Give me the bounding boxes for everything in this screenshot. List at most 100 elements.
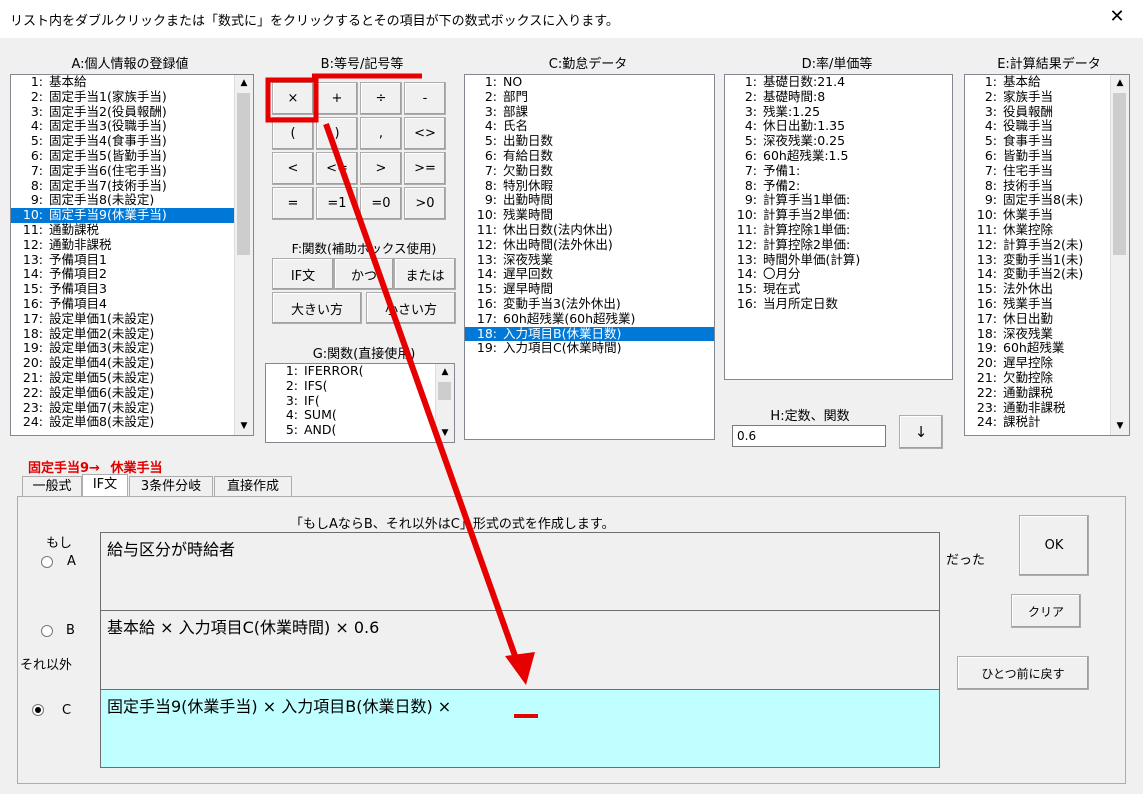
panel-e-item[interactable]: 3: 役員報酬	[965, 105, 1111, 120]
panel-d-item[interactable]: 4: 休日出勤:1.35	[725, 119, 952, 134]
tab-if[interactable]: IF文	[82, 474, 128, 497]
radio-a[interactable]	[41, 556, 53, 568]
panel-a-item[interactable]: 22: 設定単価6(未設定)	[11, 386, 235, 401]
expression-c-box[interactable]: 固定手当9(休業手当) × 入力項目B(休業日数) ×	[100, 689, 940, 768]
panel-g-item[interactable]: 2: IFS(	[266, 379, 436, 394]
panel-d-item[interactable]: 6: 60h超残業:1.5	[725, 149, 952, 164]
constant-input[interactable]: 0.6	[732, 425, 886, 447]
panel-a-item[interactable]: 16: 予備項目4	[11, 297, 235, 312]
panel-g-item[interactable]: 5: AND(	[266, 423, 436, 438]
less-equal-button[interactable]: <=	[316, 152, 358, 185]
panel-e-item[interactable]: 11: 休業控除	[965, 223, 1111, 238]
panel-g-scrollbar[interactable]: ▲ ▼	[435, 364, 454, 442]
panel-e-item[interactable]: 7: 住宅手当	[965, 164, 1111, 179]
greater-zero-button[interactable]: >0	[404, 187, 446, 220]
panel-a-item[interactable]: 5: 固定手当4(食事手当)	[11, 134, 235, 149]
panel-a-item[interactable]: 12: 通勤非課税	[11, 238, 235, 253]
panel-c-item[interactable]: 13: 深夜残業	[465, 253, 714, 268]
panel-d-item[interactable]: 12: 計算控除2単価:	[725, 238, 952, 253]
panel-a-item[interactable]: 10: 固定手当9(休業手当)	[11, 208, 235, 223]
greater-equal-button[interactable]: >=	[404, 152, 446, 185]
panel-c-item[interactable]: 5: 出勤日数	[465, 134, 714, 149]
panel-g-item[interactable]: 1: IFERROR(	[266, 364, 436, 379]
panel-c-item[interactable]: 17: 60h超残業(60h超残業)	[465, 312, 714, 327]
insert-constant-button[interactable]: ↓	[899, 415, 943, 449]
panel-a-item[interactable]: 2: 固定手当1(家族手当)	[11, 90, 235, 105]
panel-a-item[interactable]: 3: 固定手当2(役員報酬)	[11, 105, 235, 120]
scroll-down-icon[interactable]: ▼	[1111, 418, 1129, 435]
panel-e-item[interactable]: 9: 固定手当8(未)	[965, 193, 1111, 208]
panel-d-list[interactable]: 1: 基礎日数:21.4 2: 基礎時間:8 3: 残業:1.25 4: 休日出勤:1.35 5…	[724, 74, 953, 380]
panel-c-item[interactable]: 8: 特別休暇	[465, 179, 714, 194]
panel-a-item[interactable]: 11: 通勤課税	[11, 223, 235, 238]
panel-d-item[interactable]: 11: 計算控除1単価:	[725, 223, 952, 238]
panel-d-item[interactable]: 9: 計算手当1単価:	[725, 193, 952, 208]
panel-a-item[interactable]: 9: 固定手当8(未設定)	[11, 193, 235, 208]
panel-c-item[interactable]: 14: 遅早回数	[465, 267, 714, 282]
panel-a-item[interactable]: 4: 固定手当3(役職手当)	[11, 119, 235, 134]
expression-b-box[interactable]: 基本給 × 入力項目C(休業時間) × 0.6	[100, 610, 940, 690]
panel-d-item[interactable]: 8: 予備2:	[725, 179, 952, 194]
tab-general[interactable]: 一般式	[22, 476, 82, 496]
clear-button[interactable]: クリア	[1011, 594, 1081, 628]
not-equal-button[interactable]: <>	[404, 117, 446, 150]
panel-d-item[interactable]: 1: 基礎日数:21.4	[725, 75, 952, 90]
scroll-up-icon[interactable]: ▲	[1111, 75, 1129, 92]
or-function-button[interactable]: または	[394, 258, 456, 290]
panel-e-item[interactable]: 17: 休日出勤	[965, 312, 1111, 327]
radio-b[interactable]	[41, 625, 53, 637]
panel-e-item[interactable]: 1: 基本給	[965, 75, 1111, 90]
panel-e-item[interactable]: 16: 残業手当	[965, 297, 1111, 312]
scroll-down-icon[interactable]: ▼	[235, 418, 253, 435]
panel-c-item[interactable]: 9: 出勤時間	[465, 193, 714, 208]
scroll-thumb[interactable]	[237, 93, 250, 255]
panel-d-item[interactable]: 14: 〇月分	[725, 267, 952, 282]
panel-g-item[interactable]: 3: IF(	[266, 394, 436, 409]
panel-d-item[interactable]: 15: 現在式	[725, 282, 952, 297]
equals-one-button[interactable]: =1	[316, 187, 358, 220]
scroll-up-icon[interactable]: ▲	[436, 364, 454, 381]
undo-button[interactable]: ひとつ前に戻す	[957, 656, 1089, 690]
panel-a-item[interactable]: 23: 設定単価7(未設定)	[11, 401, 235, 416]
and-function-button[interactable]: かつ	[334, 258, 394, 290]
panel-a-item[interactable]: 18: 設定単価2(未設定)	[11, 327, 235, 342]
panel-a-item[interactable]: 19: 設定単価3(未設定)	[11, 341, 235, 356]
panel-a-list[interactable]: 1: 基本給 2: 固定手当1(家族手当) 3: 固定手当2(役員報酬) 4: 固定手当3(役…	[10, 74, 254, 436]
panel-a-item[interactable]: 17: 設定単価1(未設定)	[11, 312, 235, 327]
panel-e-item[interactable]: 22: 通勤課税	[965, 386, 1111, 401]
panel-d-item[interactable]: 13: 時間外単価(計算)	[725, 253, 952, 268]
panel-e-item[interactable]: 10: 休業手当	[965, 208, 1111, 223]
minus-button[interactable]: -	[404, 82, 446, 115]
panel-g-list[interactable]: 1: IFERROR(2: IFS(3: IF(4: SUM(5: AND( ▲ ▼	[265, 363, 455, 443]
scroll-down-icon[interactable]: ▼	[436, 425, 454, 442]
panel-a-item[interactable]: 20: 設定単価4(未設定)	[11, 356, 235, 371]
multiply-button[interactable]: ×	[272, 82, 314, 115]
panel-e-list[interactable]: 1: 基本給 2: 家族手当 3: 役員報酬 4: 役職手当 5: 食事手当 6: 皆勤手当 7: 住宅手…	[964, 74, 1130, 436]
panel-c-list[interactable]: 1: NO 2: 部門 3: 部課 4: 氏名 5: 出勤日数 6: 有給日数 7: 欠勤日数 8: 特別休暇…	[464, 74, 715, 440]
expression-a-box[interactable]: 給与区分が時給者	[100, 532, 940, 612]
radio-c[interactable]	[32, 704, 44, 716]
panel-a-item[interactable]: 1: 基本給	[11, 75, 235, 90]
divide-button[interactable]: ÷	[360, 82, 402, 115]
panel-c-item[interactable]: 7: 欠勤日数	[465, 164, 714, 179]
panel-c-item[interactable]: 10: 残業時間	[465, 208, 714, 223]
panel-e-item[interactable]: 12: 計算手当2(未)	[965, 238, 1111, 253]
panel-c-item[interactable]: 12: 休出時間(法外休出)	[465, 238, 714, 253]
max-function-button[interactable]: 大きい方	[272, 292, 362, 324]
tab-direct[interactable]: 直接作成	[214, 476, 292, 496]
panel-e-item[interactable]: 20: 遅早控除	[965, 356, 1111, 371]
panel-c-item[interactable]: 19: 入力項目C(休業時間)	[465, 341, 714, 356]
panel-a-scrollbar[interactable]: ▲ ▼	[234, 75, 253, 435]
scroll-thumb[interactable]	[1113, 93, 1126, 255]
panel-d-item[interactable]: 2: 基礎時間:8	[725, 90, 952, 105]
panel-a-item[interactable]: 13: 予備項目1	[11, 253, 235, 268]
panel-a-item[interactable]: 7: 固定手当6(住宅手当)	[11, 164, 235, 179]
panel-c-item[interactable]: 1: NO	[465, 75, 714, 90]
panel-c-item[interactable]: 3: 部課	[465, 105, 714, 120]
panel-e-item[interactable]: 6: 皆勤手当	[965, 149, 1111, 164]
scroll-thumb[interactable]	[438, 382, 451, 400]
panel-a-item[interactable]: 15: 予備項目3	[11, 282, 235, 297]
panel-c-item[interactable]: 15: 遅早時間	[465, 282, 714, 297]
panel-c-item[interactable]: 18: 入力項目B(休業日数)	[465, 326, 714, 342]
open-paren-button[interactable]: (	[272, 117, 314, 150]
